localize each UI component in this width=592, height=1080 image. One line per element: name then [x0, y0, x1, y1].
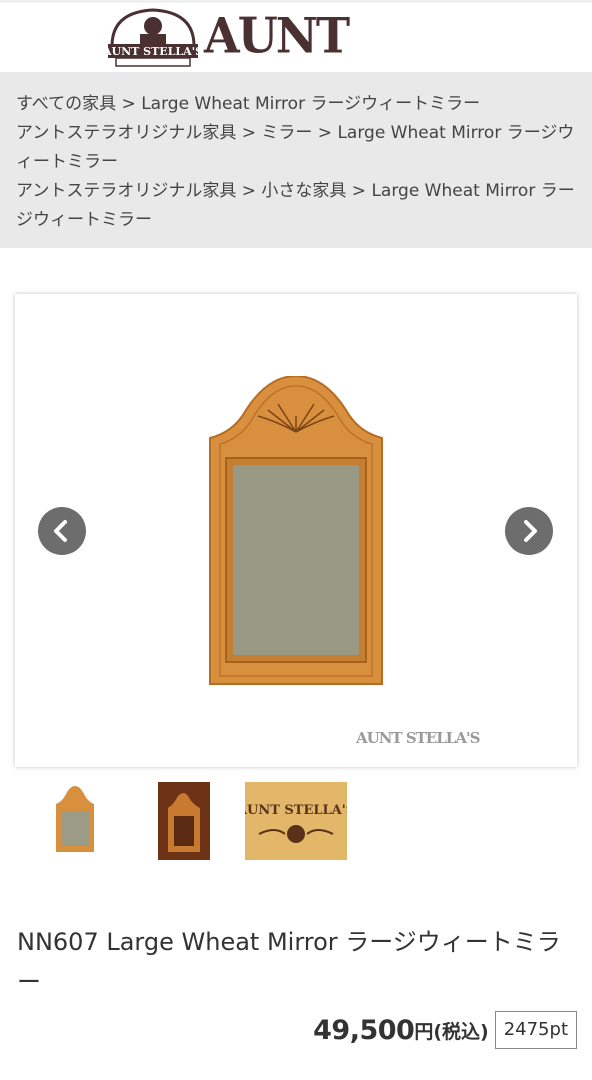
chevron-left-icon: [54, 520, 67, 542]
product-title: NN607 Large Wheat Mirror ラージウィートミラー: [17, 928, 561, 996]
breadcrumb-separator: >: [116, 94, 142, 114]
breadcrumb: アントステラオリジナル家具 > ミラー > Large Wheat Mirror…: [16, 119, 576, 177]
breadcrumb: アントステラオリジナル家具 > 小さな家具 > Large Wheat Mirr…: [16, 177, 576, 235]
image-watermark: AUNT STELLA'S: [356, 729, 480, 747]
points-badge: 2475pt: [494, 1011, 577, 1049]
breadcrumb: すべての家具 > Large Wheat Mirror ラージウィートミラー: [16, 90, 576, 119]
svg-text:AUNT STELLA'S: AUNT STELLA'S: [245, 803, 347, 818]
breadcrumb-separator: >: [346, 181, 372, 201]
breadcrumb-separator: >: [236, 123, 262, 143]
thumbnail-logo-carving[interactable]: AUNT STELLA'S: [245, 782, 347, 860]
breadcrumb-link[interactable]: すべての家具: [16, 94, 116, 114]
chevron-right-icon: [524, 520, 537, 542]
breadcrumb-link[interactable]: 小さな家具: [261, 181, 346, 201]
site-header: AUNT STELLA'S AUNT STELLA'S: [0, 0, 592, 125]
breadcrumb-current: Large Wheat Mirror ラージウィートミラー: [141, 94, 481, 114]
breadcrumb-link[interactable]: アントステラオリジナル家具: [16, 123, 236, 143]
badge-text: AUNT STELLA'S: [106, 45, 200, 58]
breadcrumb-link[interactable]: アントステラオリジナル家具: [16, 181, 236, 201]
breadcrumb-separator: >: [236, 181, 262, 201]
product-price: 49,500: [313, 1014, 415, 1046]
product-gallery[interactable]: AUNT STELLA'S: [15, 294, 577, 767]
breadcrumb-separator: >: [312, 123, 338, 143]
thumbnail-strip: AUNT STELLA'S: [0, 778, 592, 862]
thumbnail-mirror-front[interactable]: [50, 782, 100, 860]
prev-image-button[interactable]: [38, 507, 86, 555]
breadcrumb-area: すべての家具 > Large Wheat Mirror ラージウィートミラー ア…: [0, 72, 592, 248]
header-divider: [0, 0, 592, 3]
logo-badge-icon[interactable]: AUNT STELLA'S: [106, 6, 200, 68]
price-tax-label: 円(税込): [414, 1020, 489, 1043]
next-image-button[interactable]: [505, 507, 553, 555]
thumbnail-mirror-room[interactable]: [158, 782, 210, 860]
price-row: 49,500 円(税込) 2475pt: [313, 1010, 577, 1050]
product-image: [209, 376, 383, 685]
breadcrumb-link[interactable]: ミラー: [261, 123, 312, 143]
